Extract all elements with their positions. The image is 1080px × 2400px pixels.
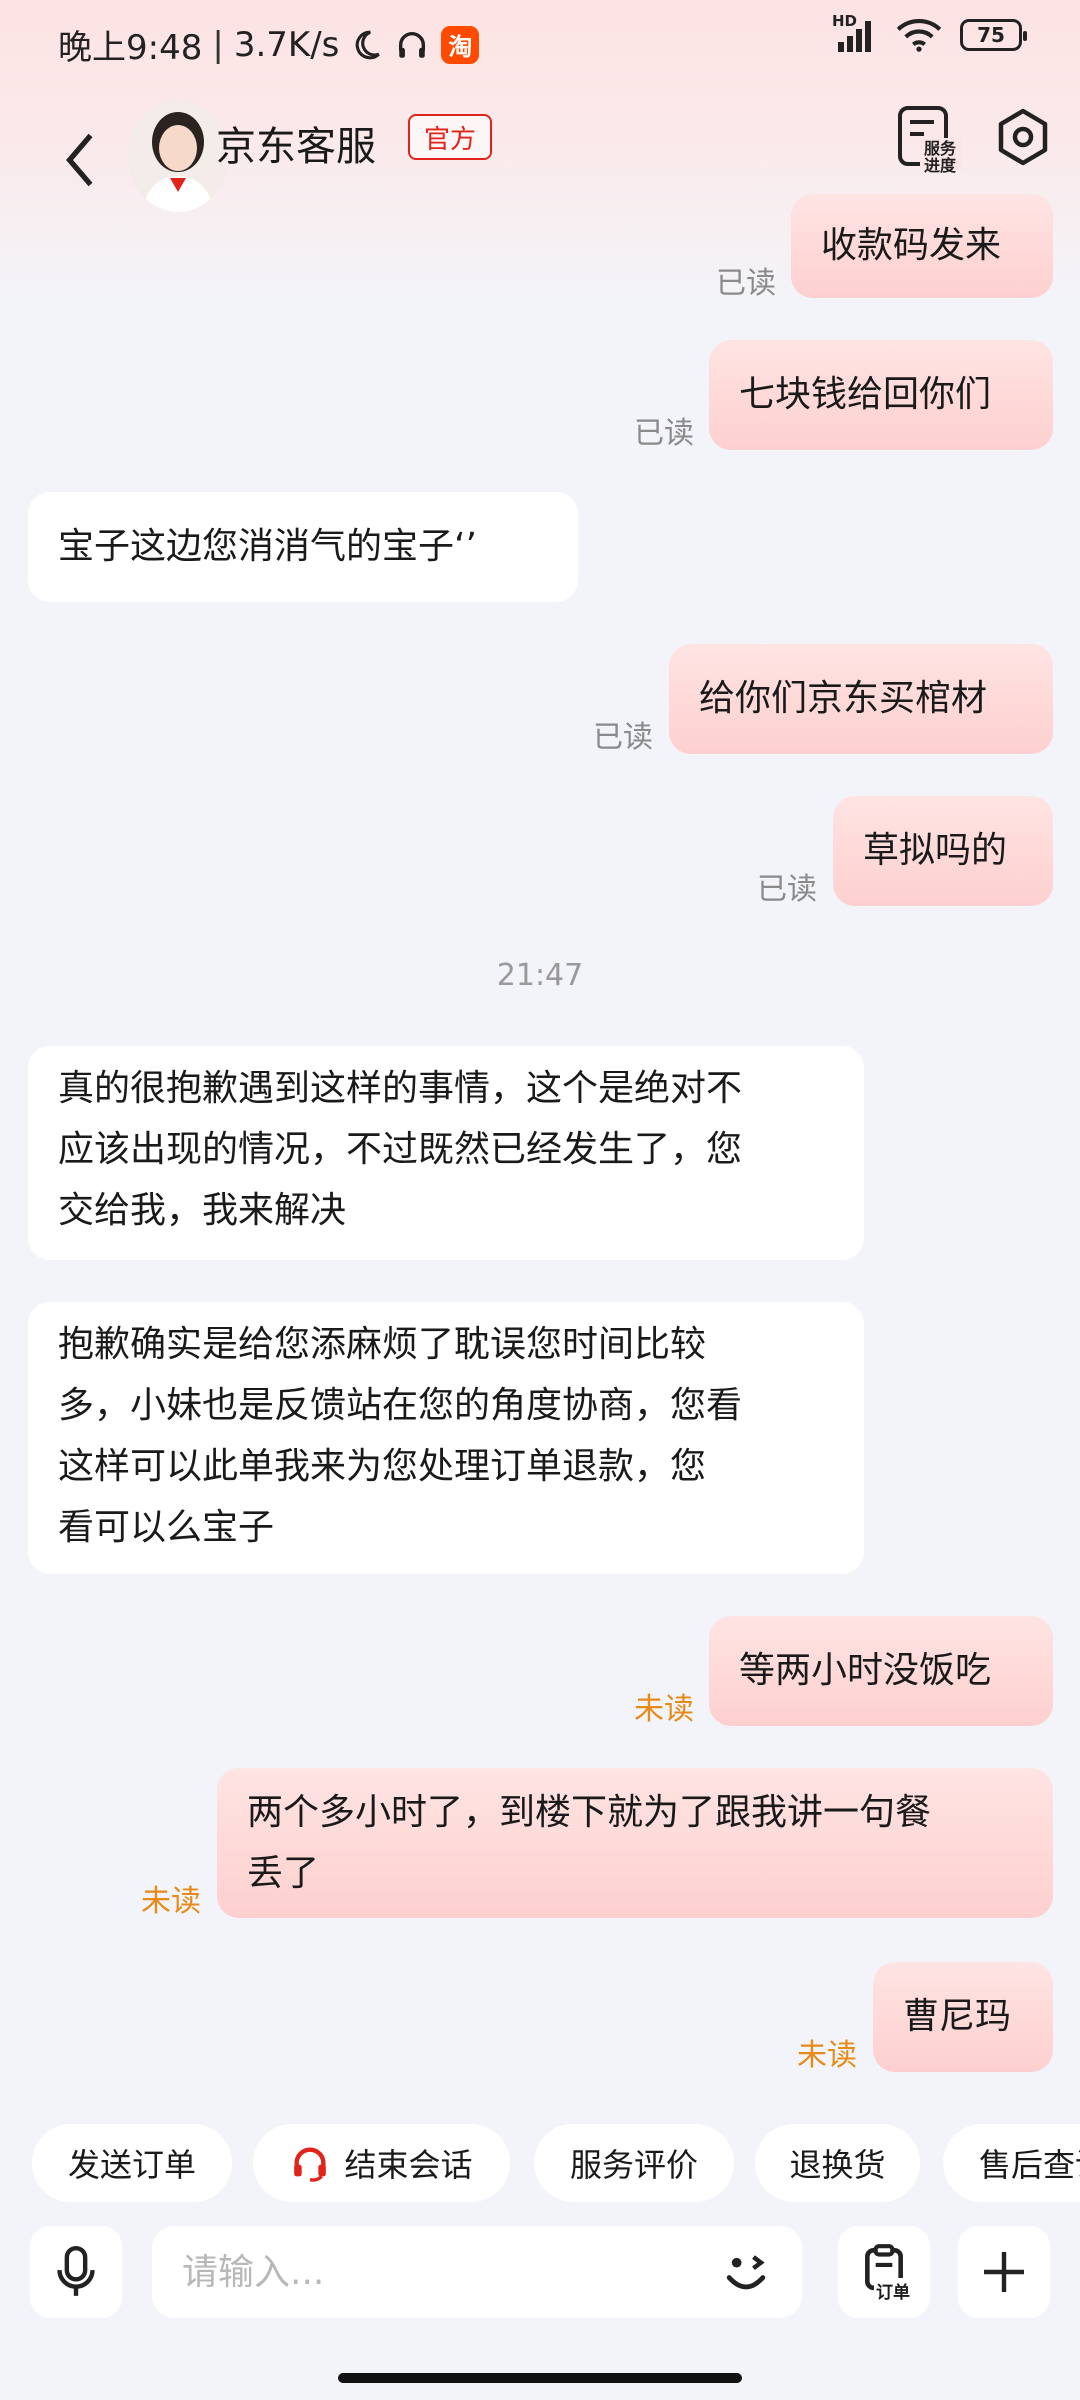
chat-header: 京东客服 官方 服务进度 — [0, 90, 1080, 230]
read-status: 已读 — [593, 720, 653, 755]
chip-label: 服务评价 — [570, 2146, 699, 2184]
message-text: 七块钱给回你们 — [739, 374, 992, 415]
battery-level: 75 — [977, 23, 1005, 47]
message-line: 真的很抱歉遇到这样的事情，这个是绝对不 — [58, 1068, 743, 1109]
message-input[interactable] — [152, 2226, 802, 2318]
message-line: 交给我，我来解决 — [58, 1190, 347, 1231]
outgoing-message[interactable]: 曹尼玛 — [873, 1962, 1053, 2072]
service-rating-chip[interactable]: 服务评价 — [534, 2124, 734, 2202]
input-area: 订单 — [0, 2226, 1080, 2322]
status-right: HD 75 — [832, 12, 1027, 52]
after-sale-query-chip[interactable]: 售后查询 — [943, 2124, 1080, 2202]
settings-button[interactable] — [988, 102, 1058, 172]
message-text: 宝子这边您消消气的宝子‘’ — [58, 526, 477, 567]
chip-label: 结束会话 — [344, 2146, 473, 2184]
message-text: 曹尼玛 — [903, 1996, 1012, 2037]
voice-button[interactable] — [30, 2226, 122, 2318]
microphone-icon — [57, 2245, 95, 2296]
time-separator: 21:47 — [496, 958, 584, 993]
more-button[interactable] — [958, 2226, 1050, 2318]
avatar-portrait-icon — [128, 100, 228, 212]
message-text: 给你们京东买棺材 — [699, 678, 988, 719]
official-badge: 官方 — [408, 114, 493, 160]
chip-label: 退换货 — [789, 2146, 886, 2184]
network-type: HD — [832, 12, 858, 30]
outgoing-message[interactable]: 两个多小时了，到楼下就为了跟我讲一句餐 丢了 — [217, 1768, 1053, 1918]
emoji-button[interactable] — [710, 2236, 782, 2308]
order-label: 订单 — [874, 2277, 912, 2303]
chevron-left-icon — [66, 133, 93, 187]
moon-icon — [349, 28, 383, 62]
incoming-message[interactable]: 宝子这边您消消气的宝子‘’ — [28, 492, 578, 602]
read-status: 已读 — [634, 416, 694, 451]
incoming-message[interactable]: 真的很抱歉遇到这样的事情，这个是绝对不 应该出现的情况，不过既然已经发生了，您 … — [28, 1046, 864, 1260]
send-order-chip[interactable]: 发送订单 — [32, 2124, 232, 2202]
unread-status: 未读 — [797, 2038, 857, 2073]
wifi-icon — [896, 18, 942, 52]
headset-icon — [290, 2143, 330, 2183]
message-line: 丢了 — [247, 1853, 320, 1894]
message-line: 看可以么宝子 — [58, 1507, 275, 1548]
message-text: 草拟吗的 — [863, 830, 1008, 871]
home-indicator[interactable] — [338, 2373, 742, 2383]
chip-label: 发送订单 — [68, 2146, 197, 2184]
outgoing-message[interactable]: 等两小时没饭吃 — [709, 1616, 1053, 1726]
message-line: 多，小妹也是反馈站在您的角度协商，您看 — [58, 1385, 743, 1426]
signal-icon: HD — [832, 12, 878, 52]
unread-status: 未读 — [634, 1692, 694, 1727]
hexagon-gear-icon — [998, 108, 1048, 166]
status-net-speed: 3.7K/s — [233, 24, 340, 65]
status-divider: | — [212, 24, 224, 65]
battery-icon: 75 — [960, 19, 1027, 51]
page-title: 京东客服 — [216, 124, 376, 170]
message-text: 等两小时没饭吃 — [739, 1650, 992, 1691]
service-progress-button[interactable]: 服务进度 — [894, 102, 964, 174]
unread-status: 未读 — [141, 1884, 201, 1919]
incoming-message[interactable]: 抱歉确实是给您添麻烦了耽误您时间比较 多，小妹也是反馈站在您的角度协商，您看 这… — [28, 1302, 864, 1574]
outgoing-message[interactable]: 草拟吗的 — [833, 796, 1053, 906]
status-bar: 晚上9:48 | 3.7K/s 淘 HD 75 — [0, 0, 1080, 84]
wink-face-icon — [726, 2255, 766, 2290]
message-list[interactable]: 收款码发来 已读 七块钱给回你们 已读 宝子这边您消消气的宝子‘’ 给你们京东买… — [0, 194, 1080, 2110]
agent-avatar[interactable] — [128, 100, 228, 212]
service-progress-label: 服务进度 — [924, 139, 957, 175]
read-status: 已读 — [716, 266, 776, 301]
message-line: 两个多小时了，到楼下就为了跟我讲一句餐 — [247, 1792, 932, 1833]
outgoing-message[interactable]: 给你们京东买棺材 — [669, 644, 1053, 754]
quick-actions-bar[interactable]: 发送订单 结束会话 服务评价 退换货 售后查询 — [0, 2118, 1080, 2208]
headphones-icon — [393, 28, 431, 62]
chip-label: 售后查询 — [979, 2146, 1080, 2184]
message-line: 这样可以此单我来为您处理订单退款，您 — [58, 1446, 707, 1487]
status-left: 晚上9:48 | 3.7K/s 淘 — [58, 20, 480, 69]
message-line: 抱歉确实是给您添麻烦了耽误您时间比较 — [58, 1324, 707, 1365]
back-button[interactable] — [40, 100, 120, 220]
order-button[interactable]: 订单 — [838, 2226, 930, 2318]
outgoing-message[interactable]: 七块钱给回你们 — [709, 340, 1053, 450]
end-session-chip[interactable]: 结束会话 — [253, 2124, 510, 2202]
plus-icon — [984, 2252, 1024, 2292]
return-exchange-chip[interactable]: 退换货 — [755, 2124, 920, 2202]
message-text: 收款码发来 — [821, 225, 1002, 266]
message-line: 应该出现的情况，不过既然已经发生了，您 — [58, 1129, 743, 1170]
status-time: 晚上9:48 — [58, 28, 203, 68]
read-status: 已读 — [757, 872, 817, 907]
taobao-app-icon: 淘 — [441, 25, 480, 64]
